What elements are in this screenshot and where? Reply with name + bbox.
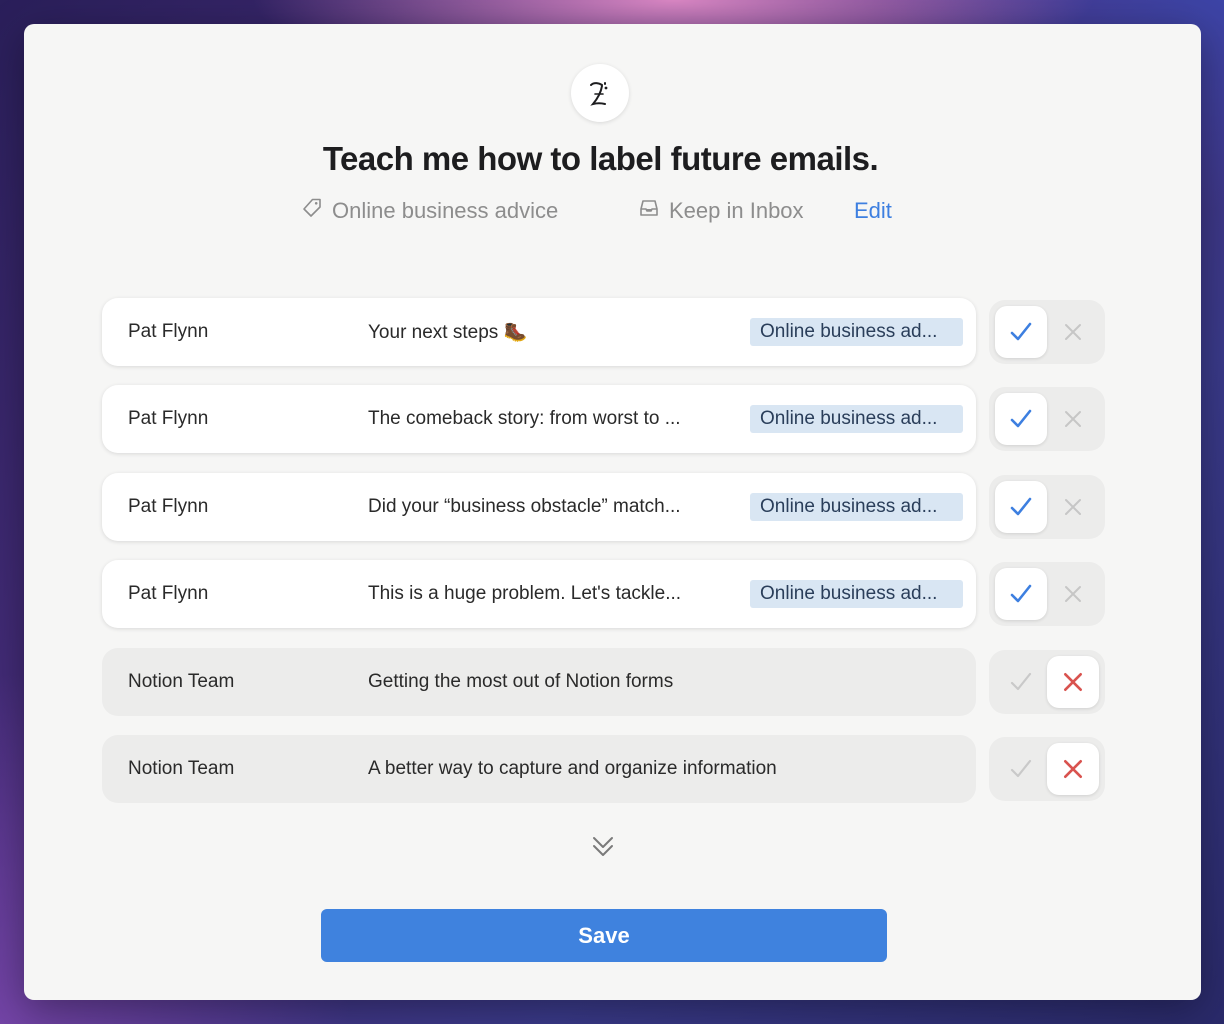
label-tag: Online business ad... (750, 580, 963, 608)
label-name: Online business advice (332, 198, 559, 223)
decision-toggle (989, 650, 1105, 714)
close-icon (1065, 411, 1081, 427)
close-icon (1063, 672, 1083, 692)
reject-button[interactable] (1047, 306, 1099, 358)
decision-toggle (989, 387, 1105, 451)
close-icon (1065, 499, 1081, 515)
email-row[interactable]: Pat Flynn Did your “business obstacle” m… (102, 473, 976, 541)
reject-button[interactable] (1047, 568, 1099, 620)
reject-button[interactable] (1047, 393, 1099, 445)
email-row[interactable]: Notion Team A better way to capture and … (102, 735, 976, 803)
email-sender: Pat Flynn (128, 583, 209, 604)
approve-button[interactable] (995, 481, 1047, 533)
email-subject: A better way to capture and organize inf… (368, 758, 777, 779)
inbox-icon (638, 197, 669, 225)
approve-button[interactable] (995, 568, 1047, 620)
check-icon (1010, 409, 1032, 428)
email-sender: Notion Team (128, 671, 235, 692)
email-row[interactable]: Notion Team Getting the most out of Noti… (102, 648, 976, 716)
email-row[interactable]: Pat Flynn Your next steps 🥾 Online busin… (102, 298, 976, 366)
reject-button[interactable] (1047, 656, 1099, 708)
reject-button[interactable] (1047, 481, 1099, 533)
brand-logo-icon (571, 64, 629, 122)
email-sender: Pat Flynn (128, 408, 209, 429)
email-sender: Pat Flynn (128, 321, 209, 342)
dialog-title: Teach me how to label future emails. (322, 140, 879, 177)
check-icon (1010, 584, 1032, 603)
close-icon (1065, 586, 1081, 602)
decision-toggle (989, 737, 1105, 801)
label-summary: Online business advice (301, 196, 558, 226)
email-row[interactable]: Pat Flynn This is a huge problem. Let's … (102, 560, 976, 628)
approve-button[interactable] (995, 743, 1047, 795)
action-summary: Keep in Inbox (638, 196, 804, 226)
email-subject: Getting the most out of Notion forms (368, 671, 674, 692)
check-icon (1010, 759, 1032, 778)
label-training-dialog: Teach me how to label future emails. Onl… (24, 24, 1201, 1000)
email-sender: Pat Flynn (128, 496, 209, 517)
decision-toggle (989, 475, 1105, 539)
action-name: Keep in Inbox (669, 198, 804, 223)
email-row[interactable]: Pat Flynn The comeback story: from worst… (102, 385, 976, 453)
decision-toggle (989, 300, 1105, 364)
close-icon (1063, 759, 1083, 779)
email-sender: Notion Team (128, 758, 235, 779)
email-subject: This is a huge problem. Let's tackle... (368, 583, 682, 604)
label-tag: Online business ad... (750, 493, 963, 521)
edit-link[interactable]: Edit (854, 196, 892, 226)
reject-button[interactable] (1047, 743, 1099, 795)
close-icon (1065, 324, 1081, 340)
approve-button[interactable] (995, 393, 1047, 445)
label-tag: Online business ad... (750, 318, 963, 346)
decision-toggle (989, 562, 1105, 626)
check-icon (1010, 322, 1032, 341)
double-chevron-down-icon[interactable] (590, 832, 616, 862)
email-subject: Did your “business obstacle” match... (368, 496, 681, 517)
rule-summary: Online business advice Keep in Inbox Edi… (24, 196, 1201, 226)
approve-button[interactable] (995, 656, 1047, 708)
check-icon (1010, 497, 1032, 516)
tag-icon (301, 197, 332, 225)
approve-button[interactable] (995, 306, 1047, 358)
email-subject: The comeback story: from worst to ... (368, 408, 681, 429)
label-tag: Online business ad... (750, 405, 963, 433)
save-button[interactable]: Save (321, 909, 887, 962)
email-subject: Your next steps 🥾 (368, 322, 528, 343)
check-icon (1010, 672, 1032, 691)
